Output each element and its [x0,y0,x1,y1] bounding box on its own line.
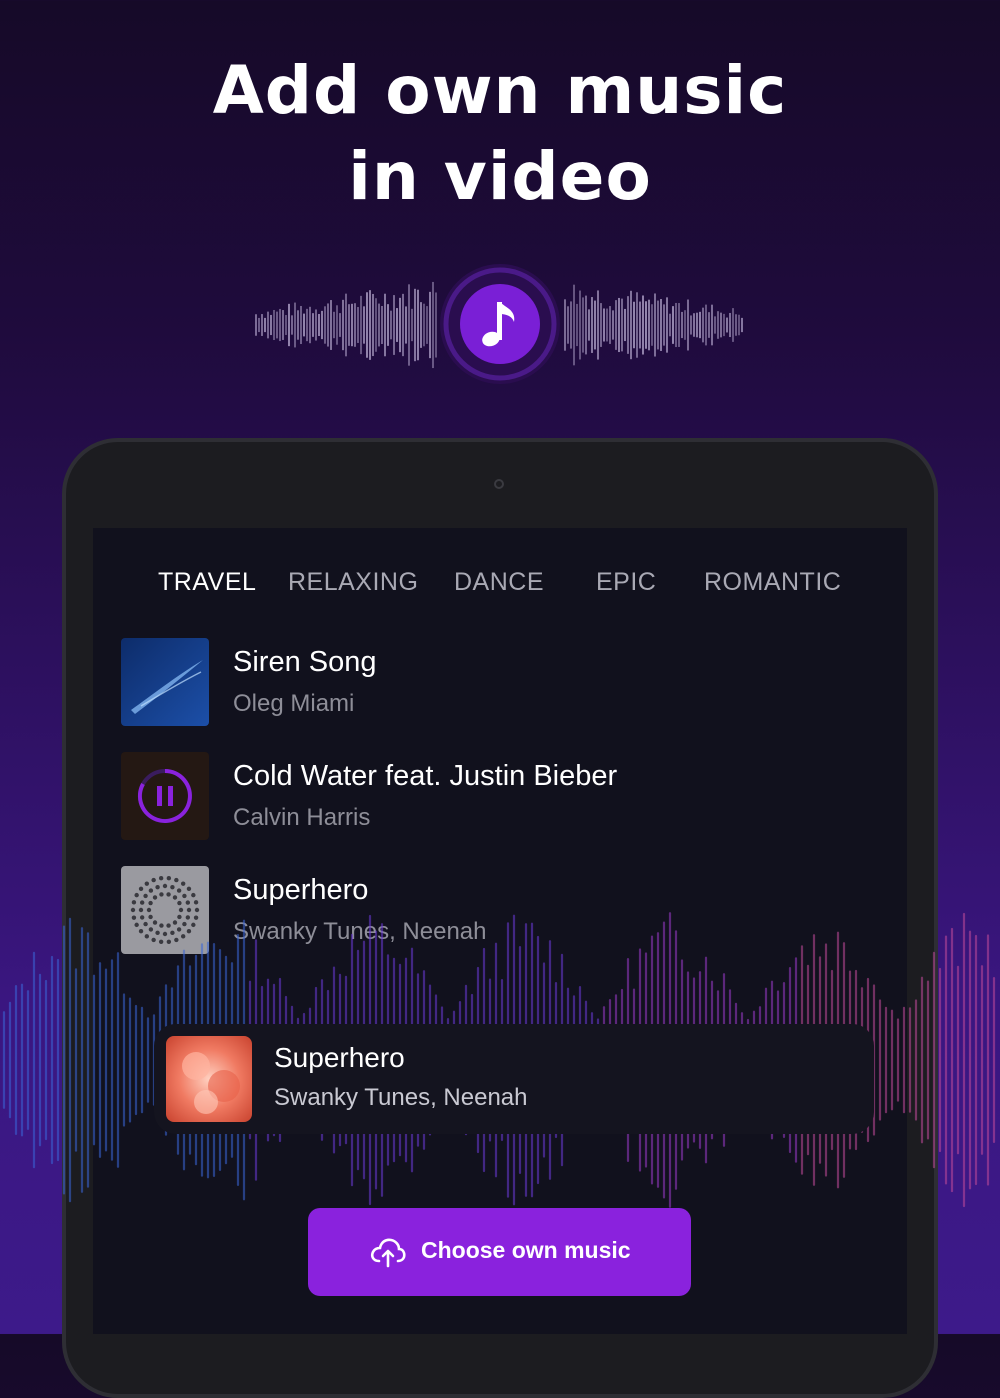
choose-own-music-label: Choose own music [421,1237,631,1263]
headline-line-2: in video [348,138,652,215]
track-title: Cold Water feat. Justin Bieber [233,760,618,792]
track-artist: Calvin Harris [233,804,371,831]
music-note-icon [440,264,560,384]
now-playing-artist: Swanky Tunes, Neenah [274,1084,528,1111]
choose-own-music-button[interactable]: Choose own music [308,1208,691,1296]
album-art-siren-song [121,638,209,726]
tab-travel[interactable]: TRAVEL [158,568,256,597]
tab-romantic[interactable]: ROMANTIC [704,568,841,597]
category-tabs: TRAVEL RELAXING DANCE EPIC ROMANTIC [93,568,907,608]
track-title: Superhero [233,874,369,906]
cloud-upload-icon [370,1238,406,1268]
now-playing-bar[interactable]: Superhero Swanky Tunes, Neenah [154,1024,874,1134]
track-artist: Swanky Tunes, Neenah [233,918,487,945]
album-art-now-playing [166,1036,252,1122]
camera-dot [494,479,504,489]
track-item[interactable]: Superhero Swanky Tunes, Neenah [121,866,881,956]
track-artist: Oleg Miami [233,690,355,717]
tab-dance[interactable]: DANCE [454,568,544,597]
track-item[interactable]: Cold Water feat. Justin Bieber Calvin Ha… [121,752,881,842]
album-art-superhero [121,866,209,954]
track-item[interactable]: Siren Song Oleg Miami [121,638,881,728]
headline-line-1: Add own music [212,52,788,129]
track-title: Siren Song [233,646,377,678]
tab-epic[interactable]: EPIC [596,568,656,597]
headline: Add own music in video [0,48,1000,220]
tab-relaxing[interactable]: RELAXING [288,568,418,597]
now-playing-title: Superhero [274,1042,405,1073]
pause-icon[interactable] [135,766,195,826]
